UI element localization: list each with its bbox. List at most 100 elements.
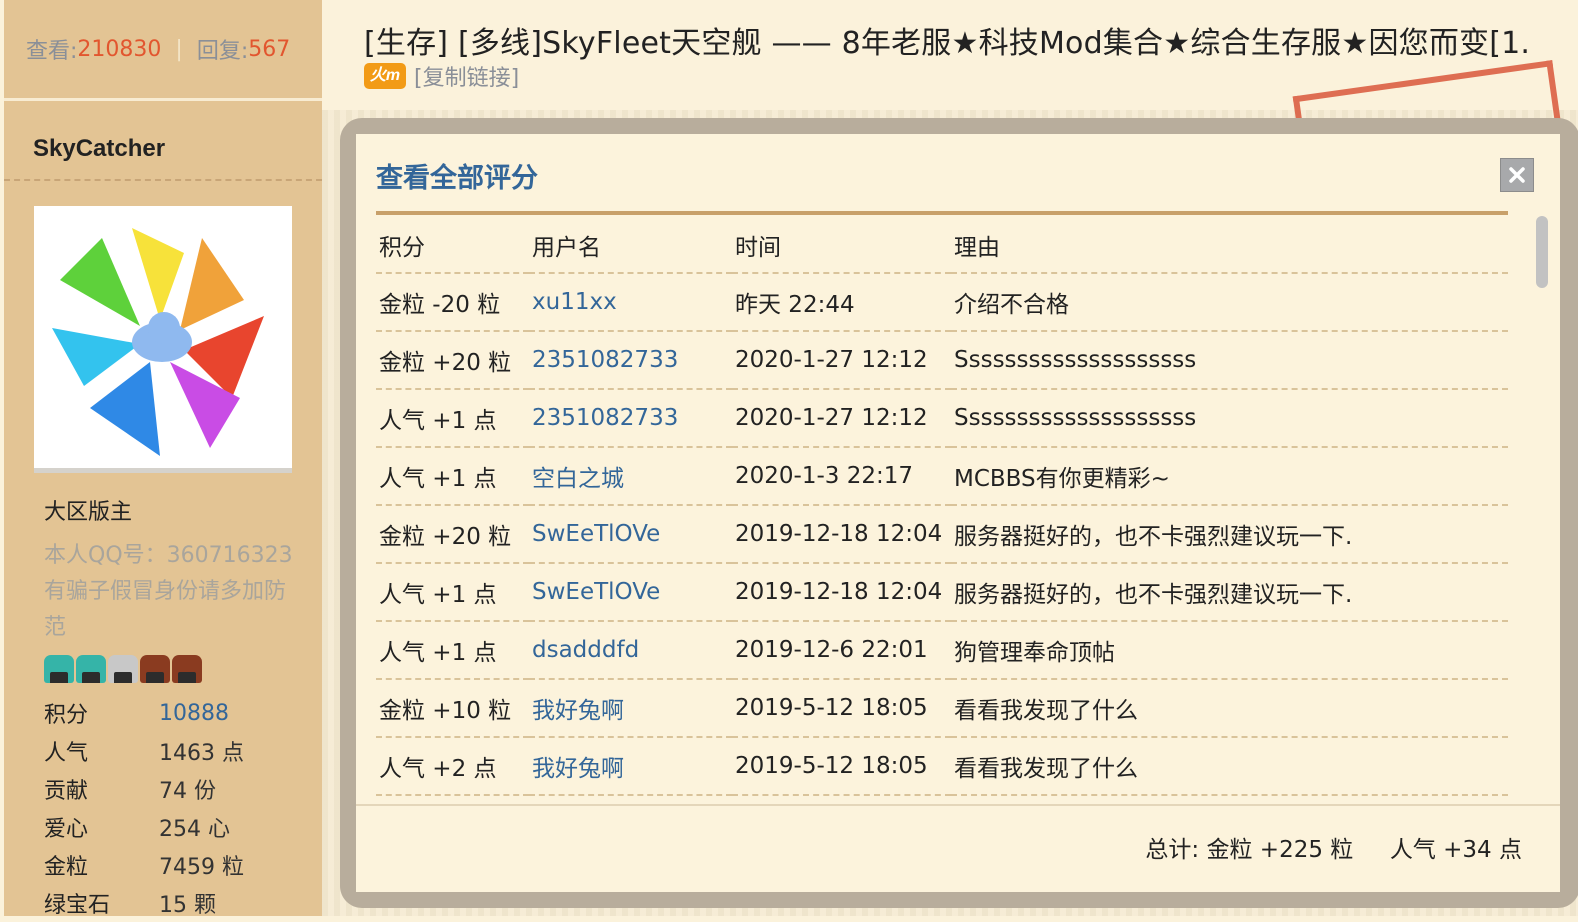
medal-icon[interactable]	[108, 655, 138, 683]
rating-reason: Ssssssssssssssssssss	[951, 389, 1508, 448]
profile-stat-value[interactable]: 10888	[159, 701, 229, 726]
column-header-score: 积分	[376, 217, 529, 274]
rating-user-link[interactable]: 我好兔啊	[529, 737, 732, 796]
avatar[interactable]	[34, 206, 292, 473]
stats-divider: |	[175, 36, 183, 62]
rating-score: 金粒 -20 粒	[376, 273, 529, 332]
rating-time: 2019-5-12 18:05	[732, 737, 951, 796]
thread-stats: 查看: 210830 | 回复: 567	[4, 0, 322, 101]
profile-stats: 积分 10888 人气 1463 点贡献 74 份爱心 254 心金粒 7459 粒绿宝石 1…	[44, 694, 244, 922]
rating-reason: 狗管理奉命顶帖	[951, 621, 1508, 680]
column-header-user: 用户名	[529, 217, 732, 274]
table-row: 人气 +1 点 SwEeTlOVe 2019-12-18 12:04 服务器挺好的，也…	[376, 563, 1508, 622]
hot-badge-icon: 火m	[364, 63, 406, 89]
medal-icon[interactable]	[172, 655, 202, 683]
rating-user-link[interactable]: SwEeTlOVe	[529, 563, 732, 622]
profile-stat-value: 254 心	[159, 817, 230, 842]
profile-stat-row: 绿宝石 15 颗	[44, 884, 244, 922]
profile-stat-label: 积分	[44, 703, 89, 728]
profile-stat-row: 人气 1463 点	[44, 732, 244, 770]
table-row: 金粒 +20 粒 SwEeTlOVe 2019-12-18 12:04 服务器挺好的，…	[376, 505, 1508, 564]
rating-reason: 介绍不合格	[951, 273, 1508, 332]
rating-time: 2019-12-6 22:01	[732, 621, 951, 680]
rating-user-link[interactable]: dsadddfd	[529, 621, 732, 680]
close-button[interactable]	[1500, 158, 1534, 192]
close-icon	[1509, 167, 1525, 183]
author-username[interactable]: SkyCatcher	[4, 101, 322, 181]
rating-score: 人气 +1 点	[376, 447, 529, 506]
thread-title: [生存] [多线]SkyFleet天空舰 —— 8年老服★科技Mod集合★综合生…	[364, 26, 1531, 61]
table-row: 人气 +1 点空白之城 2020-1-3 22:17 MCBBS有你更精彩~	[376, 447, 1508, 506]
replies-label: 回复:	[196, 39, 249, 64]
rating-reason: 看看我发现了什么	[951, 737, 1508, 796]
copy-link[interactable]: [复制链接]	[414, 60, 519, 92]
rating-time: 2020-1-3 22:17	[732, 447, 951, 506]
rating-reason: Ssssssssssssssssssss	[951, 331, 1508, 390]
views-count: 210830	[77, 36, 162, 62]
rating-time: 2019-5-12 18:05	[732, 679, 951, 738]
rating-user-link[interactable]: 2351082733	[529, 389, 732, 448]
table-header-row: 积分 用户名 时间 理由	[376, 217, 1508, 274]
profile-stat-value: 1463 点	[159, 741, 244, 766]
rating-reason: 服务器挺好的，也不卡强烈建议玩一下.	[951, 505, 1508, 564]
profile-stat-value: 74 份	[159, 779, 216, 804]
medal-icon[interactable]	[76, 655, 106, 683]
scrollbar[interactable]	[1536, 217, 1550, 782]
rating-time: 2020-1-27 12:12	[732, 389, 951, 448]
rating-user-link[interactable]: xu11xx	[529, 273, 732, 332]
table-row: 人气 +1 点 2351082733 2020-1-27 12:12 Ssssssss…	[376, 389, 1508, 448]
author-sidebar: 查看: 210830 | 回复: 567 SkyCatcher 大区版主 本人Q…	[4, 0, 322, 918]
dialog-title: 查看全部评分	[376, 163, 538, 194]
rating-time: 2019-12-18 12:04	[732, 563, 951, 622]
rating-time: 2019-12-18 12:04	[732, 505, 951, 564]
table-row: 人气 +2 点我好兔啊 2019-5-12 18:05 看看我发现了什么	[376, 737, 1508, 796]
rating-reason: MCBBS有你更精彩~	[951, 447, 1508, 506]
ratings-total: 总计: 金粒 +225 粒 人气 +34 点	[1145, 837, 1522, 863]
rating-user-link[interactable]: 空白之城	[529, 447, 732, 506]
rating-score: 人气 +1 点	[376, 621, 529, 680]
title-divider	[376, 211, 1508, 215]
table-row: 金粒 -20 粒 xu11xx 昨天 22:44 介绍不合格	[376, 273, 1508, 332]
table-row: 金粒 +20 粒 2351082733 2020-1-27 12:12 Sssssss…	[376, 331, 1508, 390]
table-row: 人气 +1 点 dsadddfd 2019-12-6 22:01 狗管理奉命顶帖	[376, 621, 1508, 680]
rating-user-link[interactable]: 2351082733	[529, 331, 732, 390]
profile-stat-row: 积分 10888	[44, 694, 244, 732]
dialog-footer: 总计: 金粒 +225 粒 人气 +34 点	[356, 804, 1560, 894]
ratings-table: 积分 用户名 时间 理由 金粒 -20 粒 xu11xx 昨天 22:44 介绍不合格…	[376, 217, 1508, 796]
medal-row	[44, 655, 202, 683]
rating-score: 人气 +1 点	[376, 563, 529, 622]
profile-stat-label: 爱心	[44, 817, 89, 842]
profile-stat-label: 绿宝石	[44, 893, 111, 918]
rating-score: 人气 +1 点	[376, 389, 529, 448]
replies-count: 567	[248, 36, 291, 62]
rating-time: 昨天 22:44	[732, 273, 951, 332]
profile-stat-label: 贡献	[44, 779, 89, 804]
rating-time: 2020-1-27 12:12	[732, 331, 951, 390]
profile-stat-row: 金粒 7459 粒	[44, 846, 244, 884]
profile-stat-row: 爱心 254 心	[44, 808, 244, 846]
medal-icon[interactable]	[140, 655, 170, 683]
rating-reason: 服务器挺好的，也不卡强烈建议玩一下.	[951, 563, 1508, 622]
rating-user-link[interactable]: 我好兔啊	[529, 679, 732, 738]
user-group[interactable]: 大区版主	[44, 494, 132, 526]
rating-score: 人气 +2 点	[376, 737, 529, 796]
rating-user-link[interactable]: SwEeTlOVe	[529, 505, 732, 564]
rating-score: 金粒 +20 粒	[376, 331, 529, 390]
profile-stat-value: 7459 粒	[159, 855, 244, 880]
rating-score: 金粒 +20 粒	[376, 505, 529, 564]
table-row: 金粒 +10 粒我好兔啊 2019-5-12 18:05 看看我发现了什么	[376, 679, 1508, 738]
thread-actions: 火m [复制链接]	[364, 60, 519, 92]
profile-stat-label: 金粒	[44, 855, 89, 880]
column-header-time: 时间	[732, 217, 951, 274]
scrollbar-thumb[interactable]	[1536, 216, 1548, 288]
profile-stat-row: 贡献 74 份	[44, 770, 244, 808]
user-custom-title: 本人QQ号：360716323有骗子假冒身份请多加防范	[44, 543, 293, 640]
rating-reason: 看看我发现了什么	[951, 679, 1508, 738]
column-header-reason: 理由	[951, 217, 1508, 274]
ratings-dialog: 查看全部评分 积分 用户名 时间 理由 金粒 -20 粒 xu11xx 昨天 22:…	[356, 134, 1560, 892]
views-label: 查看:	[26, 39, 78, 64]
profile-stat-value: 15 颗	[159, 893, 216, 918]
profile-stat-label: 人气	[44, 741, 89, 766]
medal-icon[interactable]	[44, 655, 74, 683]
pinwheel-logo-icon	[52, 228, 264, 456]
